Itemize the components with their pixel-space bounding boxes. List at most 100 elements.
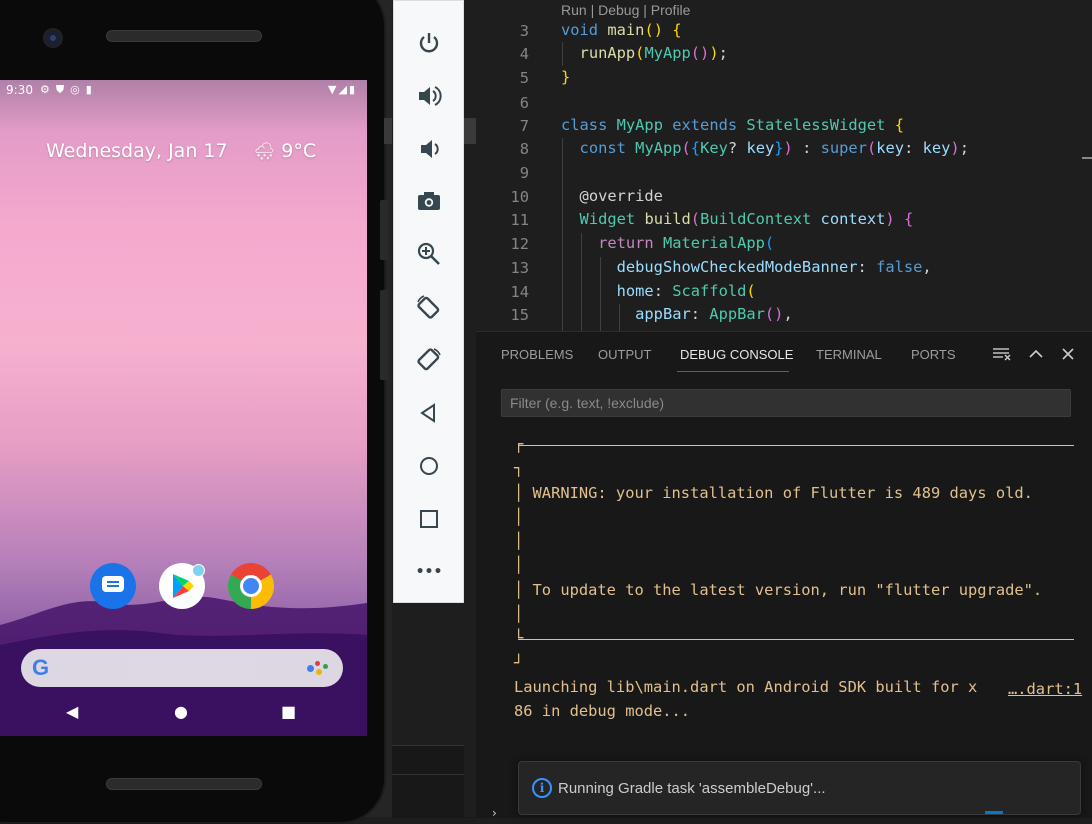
power-icon <box>419 33 439 53</box>
volume-up-button[interactable] <box>414 81 444 111</box>
snow-cloud-icon: 🌨 <box>253 142 276 162</box>
signal-icon: ◢ <box>338 83 349 96</box>
codelens-run-debug-profile[interactable]: Run | Debug | Profile <box>561 2 690 18</box>
volume-down-button[interactable] <box>414 134 444 164</box>
maximize-panel-icon[interactable] <box>1028 346 1044 366</box>
toast-message: Running Gradle task 'assembleDebug'... <box>558 780 826 797</box>
line-number: 4 <box>519 45 529 63</box>
editor-gutter-strip <box>464 0 476 817</box>
emulator-toolbar: − × ••• <box>393 0 464 603</box>
overview-square-icon <box>420 510 438 528</box>
power-button[interactable] <box>414 28 444 58</box>
line-number: 12 <box>510 235 529 253</box>
zoom-button[interactable] <box>414 239 444 269</box>
home-button[interactable] <box>414 451 444 481</box>
notification-toast[interactable]: i Running Gradle task 'assembleDebug'... <box>518 761 1081 815</box>
battery-icon: ▮ <box>348 83 357 96</box>
code-editor[interactable]: Run | Debug | Profile 3 4 5 6 7 8 9 10 1… <box>476 0 1092 331</box>
notification-dot <box>192 564 205 577</box>
tab-debug-console[interactable]: DEBUG CONSOLE <box>680 347 793 362</box>
tab-ports[interactable]: PORTS <box>911 347 956 362</box>
rotate-left-button[interactable] <box>414 292 444 322</box>
more-button[interactable]: ••• <box>414 557 444 587</box>
screenshot-button[interactable] <box>414 186 444 216</box>
close-panel-icon[interactable] <box>1060 346 1076 366</box>
console-line: │ <box>514 532 524 551</box>
editor-minimap[interactable] <box>1021 0 1082 331</box>
nav-back-button[interactable]: ◀ <box>66 702 78 721</box>
console-source-link[interactable]: ….dart:1 <box>1008 680 1082 698</box>
line-number: 5 <box>519 69 529 87</box>
progress-indicator <box>985 811 1003 814</box>
sync-icon: ◎ <box>70 83 86 96</box>
status-bar: 9:30 ⚙⛊◎▮ ▼◢▮ <box>0 80 367 100</box>
console-line: │ <box>514 556 524 575</box>
line-number: 3 <box>519 22 529 40</box>
rotate-right-button[interactable] <box>414 345 444 375</box>
rotate-left-icon <box>417 295 440 319</box>
overview-button[interactable] <box>414 504 444 534</box>
active-tab-indicator <box>677 371 789 372</box>
chevron-right-icon[interactable]: › <box>492 806 497 820</box>
google-logo-icon: G <box>32 655 50 680</box>
console-line: 86 in debug mode... <box>514 702 691 721</box>
google-search-bar[interactable]: G <box>21 649 343 687</box>
tab-output[interactable]: OUTPUT <box>598 347 651 362</box>
weather-temp: 9°C <box>281 140 317 162</box>
line-number: 8 <box>519 140 529 158</box>
line-number: 13 <box>510 259 529 277</box>
status-left-icons: ⚙⛊◎▮ <box>40 83 98 97</box>
scrollbar-thumb[interactable] <box>464 118 476 144</box>
console-line: ┌ <box>514 435 524 453</box>
toolbar-minimize-button[interactable]: − <box>410 0 420 5</box>
home-circle-icon <box>420 457 438 475</box>
date-text: Wednesday, Jan 17 <box>46 140 228 162</box>
code-line: appBar: AppBar(), <box>635 305 793 323</box>
front-camera <box>43 28 63 48</box>
code-line: const MyApp({Key? key}) : super(key: key… <box>579 139 969 157</box>
status-right-icons: ▼◢▮ <box>328 83 357 96</box>
play-store-app-icon[interactable] <box>159 563 205 609</box>
console-line: │ To update to the latest version, run "… <box>514 580 1043 599</box>
clear-console-icon[interactable] <box>992 346 1012 366</box>
back-button[interactable] <box>414 398 444 428</box>
at-a-glance-widget[interactable]: Wednesday, Jan 17 🌨 9°C <box>46 140 316 162</box>
line-number: 7 <box>519 117 529 135</box>
back-triangle-icon <box>420 403 435 423</box>
debug-console-output: ┌ ┐ │ WARNING: your installation of Flutte… <box>514 432 1042 724</box>
code-line: @override <box>579 187 663 205</box>
nav-recents-button[interactable]: ■ <box>281 702 296 721</box>
messages-app-icon[interactable] <box>90 563 136 609</box>
line-number: 9 <box>519 164 529 182</box>
code-line: Widget build(BuildContext context) { <box>579 210 914 228</box>
line-number: 15 <box>510 306 529 324</box>
tab-terminal[interactable]: TERMINAL <box>816 347 882 362</box>
phone-chin-speaker <box>106 778 262 790</box>
tab-problems[interactable]: PROBLEMS <box>501 347 573 362</box>
line-number: 10 <box>510 188 529 206</box>
editor-scrollbar[interactable] <box>1082 0 1092 331</box>
console-filter-input[interactable] <box>502 390 1070 416</box>
phone-earpiece <box>106 30 262 42</box>
code-line: runApp(MyApp()); <box>579 44 728 62</box>
phone-screen[interactable]: 9:30 ⚙⛊◎▮ ▼◢▮ Wednesday, Jan 17 🌨 9°C G <box>0 80 367 736</box>
console-line: Launching lib\main.dart on Android SDK b… <box>514 677 978 696</box>
console-line: └ <box>514 629 524 648</box>
code-line: class MyApp extends StatelessWidget { <box>561 116 904 134</box>
nav-home-button[interactable]: ● <box>174 702 188 721</box>
chrome-app-icon[interactable] <box>228 563 274 609</box>
settings-icon: ⚙ <box>40 83 56 96</box>
toolbar-close-button[interactable]: × <box>439 0 449 3</box>
zoom-in-icon <box>417 242 440 265</box>
phone-side-button <box>380 200 388 260</box>
sdcard-icon: ▮ <box>85 83 98 96</box>
code-line: home: Scaffold( <box>616 282 756 300</box>
line-number: 14 <box>510 283 529 301</box>
code-line: } <box>561 68 571 86</box>
assistant-icon[interactable] <box>307 661 329 675</box>
code-line: void main() { <box>561 21 682 39</box>
console-line: │ WARNING: your installation of Flutter … <box>514 483 1033 502</box>
camera-icon <box>418 192 440 210</box>
code-line: return MaterialApp( <box>598 234 775 252</box>
scrollbar[interactable] <box>384 118 392 144</box>
